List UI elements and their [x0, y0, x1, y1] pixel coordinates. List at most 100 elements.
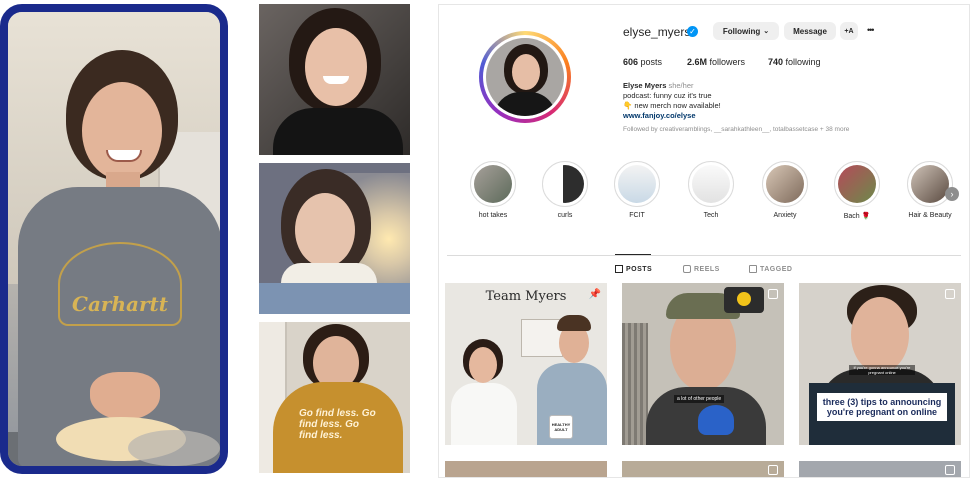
featured-video-frame: Carhartt	[0, 4, 228, 474]
avatar	[486, 38, 564, 116]
traffic-light-icon	[724, 287, 764, 313]
highlight-label: Bach 🌹	[843, 213, 871, 220]
reel-icon	[768, 465, 778, 475]
overlay-text-small: if you're gonna announce you're pregnant…	[849, 365, 915, 375]
post-caption: a lot of other people	[674, 395, 725, 403]
highlight-tech[interactable]: Tech	[683, 161, 739, 219]
tab-label: POSTS	[626, 265, 653, 273]
post-caption: Team Myers	[485, 289, 567, 304]
laptop-screen: three (3) tips to announcing you're preg…	[809, 383, 955, 445]
highlight-thumb	[838, 165, 876, 203]
man-hair	[557, 315, 591, 331]
post-row2-2[interactable]	[622, 461, 784, 477]
avatar-gap	[483, 35, 567, 119]
posts-count: 606	[623, 57, 639, 67]
highlight-thumb	[766, 165, 804, 203]
reel-icon	[945, 465, 955, 475]
tab-tagged[interactable]: TAGGED	[749, 265, 792, 273]
woman-shirt	[451, 383, 517, 445]
post-row2-3[interactable]	[799, 461, 961, 477]
following-stat[interactable]: 740 following	[768, 57, 821, 67]
post-pregnancy-tips[interactable]: if you're gonna announce you're pregnant…	[799, 283, 961, 445]
bio-name-line: Elyse Myers she/her	[623, 81, 953, 91]
hoodie-text: Go find less. Go find less. Go find less…	[299, 408, 376, 441]
highlight-ring	[470, 161, 516, 207]
highlight-thumb	[911, 165, 949, 203]
verified-badge-icon: ✓	[687, 26, 698, 37]
add-person-icon[interactable]: +A	[840, 22, 858, 40]
highlight-anxiety[interactable]: Anxiety	[757, 161, 813, 219]
mug: HEALTHY ADULT	[549, 415, 573, 439]
chevron-down-icon: ⌄	[763, 28, 770, 35]
highlight-label: curls	[557, 212, 573, 219]
highlight-thumb	[618, 165, 656, 203]
hand	[90, 372, 160, 420]
posts-label: posts	[640, 57, 663, 67]
face	[851, 297, 909, 373]
reel-icon	[945, 289, 955, 299]
pan	[128, 430, 220, 466]
followers-stat[interactable]: 2.6M followers	[687, 57, 745, 67]
photo-car-selfie	[259, 163, 410, 314]
woman-face	[469, 347, 497, 383]
highlight-label: Anxiety	[773, 212, 797, 219]
highlight-fcit[interactable]: FCIT	[609, 161, 665, 219]
following-button[interactable]: Following ⌄	[713, 22, 779, 40]
more-options-icon[interactable]: •••	[867, 25, 875, 35]
highlight-thumb	[546, 165, 584, 203]
following-label: Following	[722, 26, 761, 36]
post-caption: three (3) tips to announcing you're preg…	[817, 393, 947, 421]
chevron-right-icon[interactable]: ›	[945, 187, 959, 201]
face	[305, 28, 367, 106]
bio-line-2: 👇 new merch now available!	[623, 101, 721, 110]
smile	[323, 76, 349, 84]
message-button[interactable]: Message	[784, 22, 836, 40]
highlight-thumb	[692, 165, 730, 203]
tab-posts[interactable]: POSTS	[615, 265, 652, 273]
person-face	[82, 82, 162, 180]
tab-reels[interactable]: REELS	[683, 265, 720, 273]
tab-label: REELS	[694, 265, 720, 273]
post-team-myers[interactable]: Team Myers 📌 HEALTHY ADULT	[445, 283, 607, 445]
following-count-label: following	[785, 57, 821, 67]
highlight-label: Hair & Beauty	[908, 212, 952, 219]
profile-avatar-ring[interactable]	[479, 31, 571, 123]
highlight-label: hot takes	[478, 212, 508, 219]
tagged-icon	[749, 265, 757, 273]
highlight-ring	[614, 161, 660, 207]
reel-icon	[768, 289, 778, 299]
highlight-bach[interactable]: Bach 🌹	[829, 161, 885, 220]
reels-icon	[683, 265, 691, 273]
highlight-label: FCIT	[629, 212, 645, 219]
highlight-ring	[762, 161, 808, 207]
face	[295, 193, 355, 267]
blinds	[622, 323, 648, 445]
microphone	[698, 405, 734, 435]
following-count: 740	[768, 57, 784, 67]
followers-label: followers	[709, 57, 746, 67]
post-microphone[interactable]: a lot of other people	[622, 283, 784, 445]
pin-icon: 📌	[588, 289, 601, 300]
mug-text: HEALTHY ADULT	[551, 422, 571, 432]
username[interactable]: elyse_myers	[623, 25, 690, 39]
avatar-shirt	[494, 92, 556, 116]
display-name: Elyse Myers	[623, 81, 667, 90]
highlight-hot-takes[interactable]: hot takes	[465, 161, 521, 219]
hoodie-logo-text: Carhartt	[72, 292, 168, 316]
posts-stat: 606 posts	[623, 57, 662, 67]
highlight-ring	[542, 161, 588, 207]
active-tab-indicator	[615, 254, 651, 255]
followers-count: 2.6M	[687, 57, 708, 67]
avatar-face	[512, 54, 540, 90]
grid-icon	[615, 265, 623, 273]
followed-by[interactable]: Followed by creativeramblings, __sarahka…	[623, 125, 953, 135]
bio-link[interactable]: www.fanjoy.co/elyse	[623, 111, 953, 121]
highlight-thumb	[474, 165, 512, 203]
highlight-ring	[688, 161, 734, 207]
highlight-curls[interactable]: curls	[537, 161, 593, 219]
post-row2-1[interactable]	[445, 461, 607, 477]
photo-yellow-hoodie: Go find less. Go find less. Go find less…	[259, 322, 410, 473]
black-shirt	[273, 108, 403, 155]
highlight-label: Tech	[703, 212, 719, 219]
yellow-light	[737, 292, 751, 306]
